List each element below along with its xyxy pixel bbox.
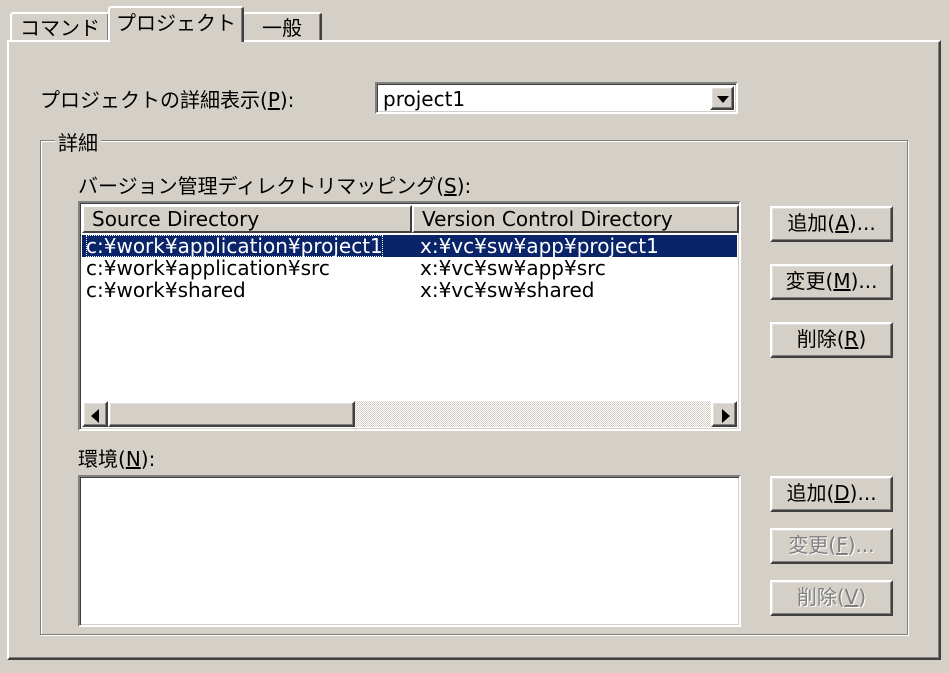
environment-edit-button[interactable]: 変更(F)... [770, 528, 893, 564]
mapping-edit-button[interactable]: 変更(M)... [770, 264, 893, 300]
environment-list[interactable] [78, 475, 741, 627]
mapping-add-button[interactable]: 追加(A)... [770, 206, 893, 242]
mapping-row[interactable]: c:¥work¥application¥src x:¥vc¥sw¥app¥src [82, 257, 737, 279]
mapping-delete-button[interactable]: 削除(R) [770, 322, 893, 358]
mapping-list[interactable]: Source Directory Version Control Directo… [78, 201, 741, 431]
project-select[interactable]: project1 [375, 82, 738, 114]
tab-general[interactable]: 一般 [242, 12, 322, 40]
mapping-row[interactable]: c:¥work¥shared x:¥vc¥sw¥shared [82, 279, 737, 301]
scrollbar-thumb[interactable] [108, 401, 355, 427]
tab-label: 一般 [262, 16, 302, 40]
project-select-dropdown-button[interactable] [710, 86, 734, 110]
column-header-source[interactable]: Source Directory [82, 205, 412, 233]
scroll-right-button[interactable] [711, 401, 737, 427]
tab-project[interactable]: プロジェクト [108, 6, 244, 42]
column-header-vc[interactable]: Version Control Directory [412, 205, 739, 233]
environment-add-button[interactable]: 追加(D)... [770, 476, 893, 512]
source-cell: c:¥work¥shared [86, 278, 246, 302]
scroll-left-button[interactable] [82, 401, 108, 427]
mapping-label: バージョン管理ディレクトリマッピング(S): [78, 174, 472, 198]
details-group-title: 詳細 [55, 127, 101, 156]
environment-label: 環境(N): [78, 447, 156, 471]
horizontal-scrollbar[interactable] [82, 401, 737, 427]
mapping-row[interactable]: c:¥work¥application¥project1 x:¥vc¥sw¥ap… [82, 235, 737, 257]
tab-commands[interactable]: コマンド [10, 12, 110, 40]
tab-label: コマンド [20, 16, 100, 40]
project-detail-label: プロジェクトの詳細表示(P): [40, 88, 295, 112]
project-select-value: project1 [383, 87, 466, 111]
source-cell: c:¥work¥application¥project1 [86, 234, 383, 258]
environment-delete-button[interactable]: 削除(V) [770, 580, 893, 616]
tab-label: プロジェクト [116, 11, 236, 35]
arrow-right-icon [722, 409, 730, 423]
arrow-left-icon [91, 409, 99, 423]
vc-cell: x:¥vc¥sw¥app¥src [420, 256, 606, 280]
source-cell: c:¥work¥application¥src [86, 256, 330, 280]
vc-cell: x:¥vc¥sw¥shared [420, 278, 595, 302]
vc-cell: x:¥vc¥sw¥app¥project1 [420, 234, 659, 258]
chevron-down-icon [717, 96, 729, 103]
